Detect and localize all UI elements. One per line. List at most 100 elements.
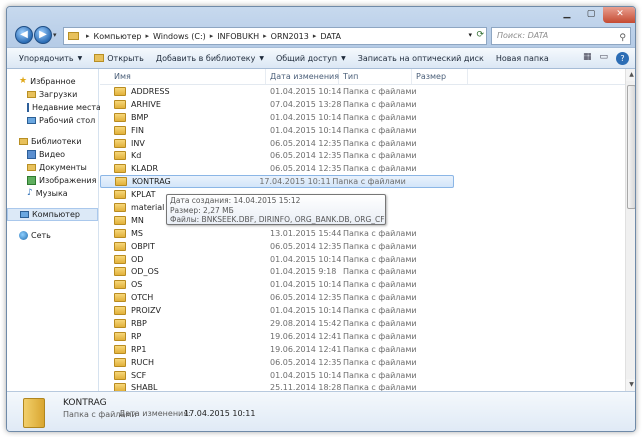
file-type: Папка с файлами	[343, 164, 417, 174]
breadcrumb-computer[interactable]: Компьютер ▸	[94, 32, 153, 41]
file-row[interactable]: RP 19.06.2014 12:41 Папка с файлами	[100, 330, 625, 343]
file-name-cell: INV	[100, 138, 266, 148]
column-header-date[interactable]: Дата изменения	[266, 69, 339, 84]
file-row[interactable]: OS 01.04.2015 10:14 Папка с файлами	[100, 278, 625, 291]
file-name: RP1	[131, 344, 147, 354]
file-row[interactable]: KLADR 06.05.2014 12:35 Папка с файлами	[100, 162, 625, 175]
file-row[interactable]: RBP 29.08.2014 15:42 Папка с файлами	[100, 317, 625, 330]
file-name: OD	[131, 254, 144, 264]
help-icon[interactable]: ?	[616, 52, 629, 65]
recent-pages-dropdown[interactable]: ▾	[53, 31, 57, 39]
file-row[interactable]: MS 13.01.2015 15:44 Папка с файлами	[100, 227, 625, 240]
file-name-cell: OBPIT	[100, 241, 266, 251]
scroll-down-button[interactable]: ▼	[626, 379, 635, 391]
folder-icon	[114, 215, 126, 225]
file-date: 01.04.2015 9:18	[270, 267, 337, 277]
file-row[interactable]: OD 01.04.2015 10:14 Папка с файлами	[100, 253, 625, 266]
folder-icon	[114, 112, 126, 122]
file-row[interactable]: INV 06.05.2014 12:35 Папка с файлами	[100, 137, 625, 150]
column-header-type[interactable]: Тип	[339, 69, 412, 84]
file-type: Папка с файлами	[343, 280, 417, 290]
file-date: 07.04.2015 13:28	[270, 99, 342, 109]
address-input[interactable]: ▸ Компьютер ▸ Windows (C:) ▸ INFOBUKH ▸ ORN…	[63, 27, 487, 45]
file-row[interactable]: FIN 01.04.2015 10:14 Папка с файлами	[100, 124, 625, 137]
chevron-right-icon[interactable]: ▸	[263, 32, 267, 40]
open-button[interactable]: Открыть	[94, 54, 144, 63]
chevron-right-icon[interactable]: ▸	[145, 32, 149, 40]
chevron-right-icon[interactable]: ▸	[210, 32, 214, 40]
burn-disc-button[interactable]: Записать на оптический диск	[358, 54, 484, 63]
nav-network[interactable]: Сеть	[7, 229, 98, 242]
breadcrumb-orn2013[interactable]: ORN2013 ▸	[271, 32, 321, 41]
folder-icon	[23, 398, 45, 428]
file-date: 01.04.2015 10:14	[270, 86, 342, 96]
chevron-right-icon[interactable]: ▸	[313, 32, 317, 40]
file-name-cell: KLADR	[100, 164, 266, 174]
file-row[interactable]: ARHIVE 07.04.2015 13:28 Папка с файлами	[100, 98, 625, 111]
file-row[interactable]: BMP 01.04.2015 10:14 Папка с файлами	[100, 111, 625, 124]
nav-video[interactable]: Видео	[7, 148, 98, 161]
address-history-dropdown[interactable]: ▾	[468, 31, 472, 39]
file-row[interactable]: Kd 06.05.2014 12:35 Папка с файлами	[100, 149, 625, 162]
file-row[interactable]: RUCH 06.05.2014 12:35 Папка с файлами	[100, 356, 625, 369]
file-type: Папка с файлами	[343, 383, 417, 391]
file-name: RP	[131, 331, 142, 341]
file-type: Папка с файлами	[343, 357, 417, 367]
search-icon: ⚲	[619, 33, 626, 43]
folder-icon	[114, 151, 126, 161]
folder-icon	[114, 344, 126, 354]
close-button[interactable]: ✕	[603, 7, 635, 23]
preview-pane-icon[interactable]: ▭	[599, 52, 608, 65]
new-folder-button[interactable]: Новая папка	[496, 54, 549, 63]
file-rows: ADDRESS 01.04.2015 10:14 Папка с файлами AR…	[100, 85, 625, 391]
file-row[interactable]: PROIZV 01.04.2015 10:14 Папка с файлами	[100, 304, 625, 317]
back-button[interactable]: ◀	[15, 26, 33, 44]
file-row[interactable]: OBPIT 06.05.2014 12:35 Папка с файлами	[100, 240, 625, 253]
nav-documents[interactable]: Документы	[7, 161, 98, 174]
file-row[interactable]: ADDRESS 01.04.2015 10:14 Папка с файлами	[100, 85, 625, 98]
file-name: OTCH	[131, 293, 154, 303]
folder-icon	[114, 293, 126, 303]
details-name: KONTRAG	[63, 398, 107, 408]
breadcrumb-data[interactable]: DATA	[320, 32, 341, 41]
column-header-size[interactable]: Размер	[412, 69, 468, 84]
file-row[interactable]: OD_OS 01.04.2015 9:18 Папка с файлами	[100, 265, 625, 278]
images-icon	[27, 176, 36, 185]
vertical-scrollbar[interactable]: ▲ ▼	[625, 69, 635, 391]
nav-computer[interactable]: Компьютер	[7, 208, 98, 221]
folder-icon	[114, 383, 126, 391]
nav-desktop[interactable]: Рабочий стол	[7, 114, 98, 127]
file-type: Папка с файлами	[343, 318, 417, 328]
nav-libraries[interactable]: Библиотеки	[7, 135, 98, 148]
refresh-icon[interactable]: ⟳	[476, 30, 484, 40]
minimize-button[interactable]: ▁	[555, 7, 579, 23]
file-date: 06.05.2014 12:35	[270, 241, 342, 251]
nav-recent-places[interactable]: Недавние места	[7, 101, 101, 114]
file-name-cell: RP1	[100, 344, 266, 354]
nav-images[interactable]: Изображения	[7, 174, 98, 187]
file-row[interactable]: RP1 19.06.2014 12:41 Папка с файлами	[100, 343, 625, 356]
forward-button[interactable]: ▶	[34, 26, 52, 44]
breadcrumb-infobukh[interactable]: INFOBUKH ▸	[217, 32, 270, 41]
maximize-button[interactable]: ▢	[579, 7, 603, 23]
view-options-icon[interactable]: ▦	[583, 52, 592, 65]
nav-favorites[interactable]: ★ Избранное	[7, 75, 98, 88]
file-type: Папка с файлами	[343, 112, 417, 122]
file-date: 19.06.2014 12:41	[270, 331, 342, 341]
scroll-up-button[interactable]: ▲	[626, 69, 635, 81]
file-row[interactable]: SHABL 25.11.2014 18:28 Папка с файлами	[100, 381, 625, 391]
file-name: material	[131, 202, 165, 212]
nav-downloads[interactable]: Загрузки	[7, 88, 98, 101]
breadcrumb-drive-c[interactable]: Windows (C:) ▸	[153, 32, 217, 41]
scroll-thumb[interactable]	[627, 85, 635, 209]
music-note-icon: ♪	[27, 188, 33, 198]
nav-music[interactable]: ♪ Музыка	[7, 187, 98, 200]
share-button[interactable]: Общий доступ ▼	[276, 54, 346, 63]
column-header-name[interactable]: Имя	[100, 69, 266, 84]
search-input[interactable]: Поиск: DATA ⚲	[491, 27, 631, 45]
organize-button[interactable]: Упорядочить ▼	[19, 54, 82, 63]
file-row[interactable]: KONTRAG 17.04.2015 10:11 Папка с файлами	[100, 175, 454, 189]
add-to-library-button[interactable]: Добавить в библиотеку ▼	[156, 54, 264, 63]
file-row[interactable]: OTCH 06.05.2014 12:35 Папка с файлами	[100, 291, 625, 304]
file-row[interactable]: SCF 01.04.2015 10:14 Папка с файлами	[100, 369, 625, 382]
